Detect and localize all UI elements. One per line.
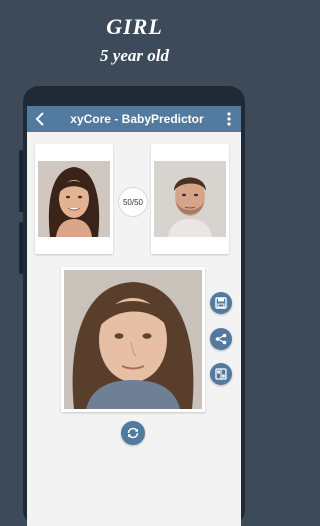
regenerate-button[interactable] — [121, 421, 145, 445]
mother-photo — [38, 161, 110, 237]
app-title: xyCore - BabyPredictor — [70, 112, 204, 126]
compare-button[interactable] — [210, 363, 232, 385]
refresh-icon — [127, 427, 139, 439]
compare-icon — [215, 368, 227, 380]
share-icon — [215, 333, 227, 345]
share-button[interactable] — [210, 328, 232, 350]
phone-frame: xyCore - BabyPredictor 50/50 — [23, 86, 245, 526]
child-photo-card — [61, 267, 205, 412]
child-photo — [64, 270, 202, 409]
app-bar: xyCore - BabyPredictor — [27, 106, 241, 132]
mother-photo-card[interactable] — [35, 144, 113, 254]
headline-gender: GIRL — [106, 14, 163, 39]
headline-age: 5 year old — [100, 46, 169, 65]
father-photo — [154, 161, 226, 237]
overflow-menu-button[interactable] — [221, 109, 237, 129]
save-button[interactable] — [210, 292, 232, 314]
gene-ratio-badge[interactable]: 50/50 — [118, 187, 148, 217]
arrow-left-icon — [35, 112, 44, 126]
father-photo-card[interactable] — [151, 144, 229, 254]
more-vertical-icon — [227, 112, 231, 126]
save-icon — [215, 297, 227, 309]
app-screen: xyCore - BabyPredictor 50/50 — [27, 106, 241, 526]
back-button[interactable] — [31, 109, 51, 129]
